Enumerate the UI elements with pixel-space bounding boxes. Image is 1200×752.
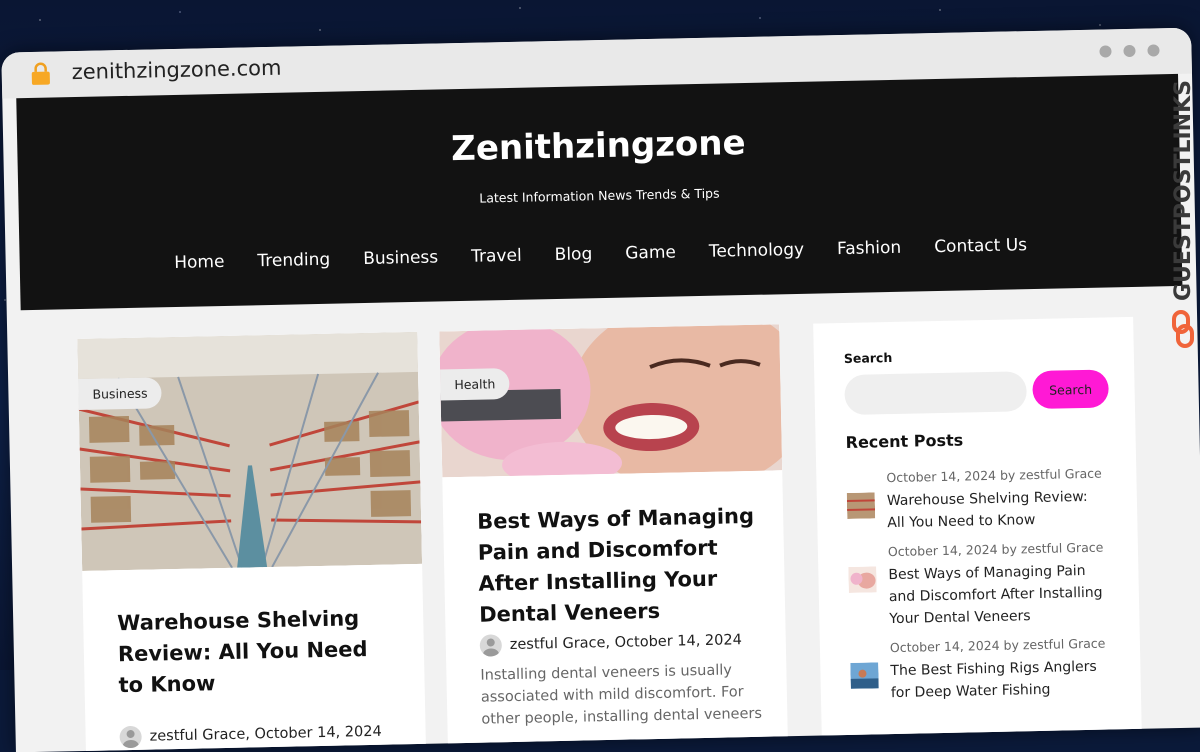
link-chain-icon <box>1172 310 1194 348</box>
search-label: Search <box>843 349 893 366</box>
window-controls <box>1099 44 1160 58</box>
recent-post-meta: October 14, 2024 by zestful Grace <box>887 539 1104 560</box>
post-title[interactable]: Best Ways of Managing Pain and Discomfor… <box>477 501 758 631</box>
category-badge[interactable]: Business <box>78 377 162 411</box>
post-meta: zestful Grace, October 14, 2024 <box>119 721 382 749</box>
recent-post-thumbnail[interactable] <box>846 492 876 519</box>
post-meta: zestful Grace, October 14, 2024 <box>479 629 743 657</box>
category-badge[interactable]: Health <box>440 368 510 401</box>
recent-post-item[interactable]: October 14, 2024 by zestful Grace The Be… <box>850 635 1120 701</box>
nav-item-travel[interactable]: Travel <box>471 246 522 267</box>
recent-post-item[interactable]: October 14, 2024 by zestful Grace Wareho… <box>846 465 1116 531</box>
recent-posts-heading: Recent Posts <box>845 430 964 452</box>
nav-item-home[interactable]: Home <box>174 252 225 273</box>
recent-post-thumbnail[interactable] <box>848 566 877 593</box>
post-title[interactable]: Warehouse Shelving Review: All You Need … <box>117 602 397 701</box>
search-button[interactable]: Search <box>1032 369 1109 410</box>
post-image-dental[interactable] <box>439 324 783 478</box>
recent-post-title[interactable]: Best Ways of Managing Pain and Discomfor… <box>888 559 1111 630</box>
recent-post-item[interactable]: October 14, 2024 by zestful Grace Best W… <box>848 539 1118 627</box>
post-author-date[interactable]: zestful Grace, October 14, 2024 <box>510 632 742 653</box>
nav-item-fashion[interactable]: Fashion <box>837 238 902 259</box>
guestpostlinks-watermark: GUESTPOSTLINKS <box>1171 80 1196 348</box>
nav-item-game[interactable]: Game <box>625 242 676 263</box>
site-tagline: Latest Information News Trends & Tips <box>479 185 720 206</box>
recent-post-title[interactable]: The Best Fishing Rigs Anglers for Deep W… <box>890 655 1113 704</box>
sidebar: Search Search Recent Posts October 14, 2… <box>813 316 1143 752</box>
recent-post-meta: October 14, 2024 by zestful Grace <box>889 635 1106 656</box>
url-text[interactable]: zenithzingzone.com <box>71 56 281 84</box>
site-title[interactable]: Zenithzingzone <box>17 114 1180 178</box>
recent-post-meta: October 14, 2024 by zestful Grace <box>886 465 1102 486</box>
site-header: Zenithzingzone Latest Information News T… <box>16 73 1183 311</box>
post-image-warehouse[interactable] <box>77 331 423 571</box>
recent-post-title[interactable]: Warehouse Shelving Review: All You Need … <box>887 485 1110 534</box>
nav-item-trending[interactable]: Trending <box>257 250 330 272</box>
lock-icon <box>31 62 50 85</box>
nav-item-technology[interactable]: Technology <box>709 240 805 262</box>
window-dot-icon[interactable] <box>1147 44 1160 57</box>
avatar-icon <box>479 634 503 657</box>
main-nav: Home Trending Business Travel Blog Game … <box>20 232 1182 276</box>
post-card[interactable]: Health Best Ways of Managing Pain and Di… <box>439 324 789 752</box>
watermark-text: GUESTPOSTLINKS <box>1171 80 1196 301</box>
window-dot-icon[interactable] <box>1123 44 1136 58</box>
main-content: Business Warehouse Shelving Review: All … <box>7 286 1200 752</box>
post-card[interactable]: Business Warehouse Shelving Review: All … <box>77 331 427 752</box>
window-dot-icon[interactable] <box>1099 45 1112 58</box>
nav-item-blog[interactable]: Blog <box>554 244 592 265</box>
post-author-date[interactable]: zestful Grace, October 14, 2024 <box>149 724 381 745</box>
avatar-icon <box>119 725 142 749</box>
nav-item-contact-us[interactable]: Contact Us <box>934 235 1027 257</box>
search-input[interactable] <box>844 371 1028 415</box>
recent-post-thumbnail[interactable] <box>850 662 879 689</box>
nav-item-business[interactable]: Business <box>363 247 438 269</box>
browser-window: zenithzingzone.com Zenithzingzone Latest… <box>1 27 1200 752</box>
